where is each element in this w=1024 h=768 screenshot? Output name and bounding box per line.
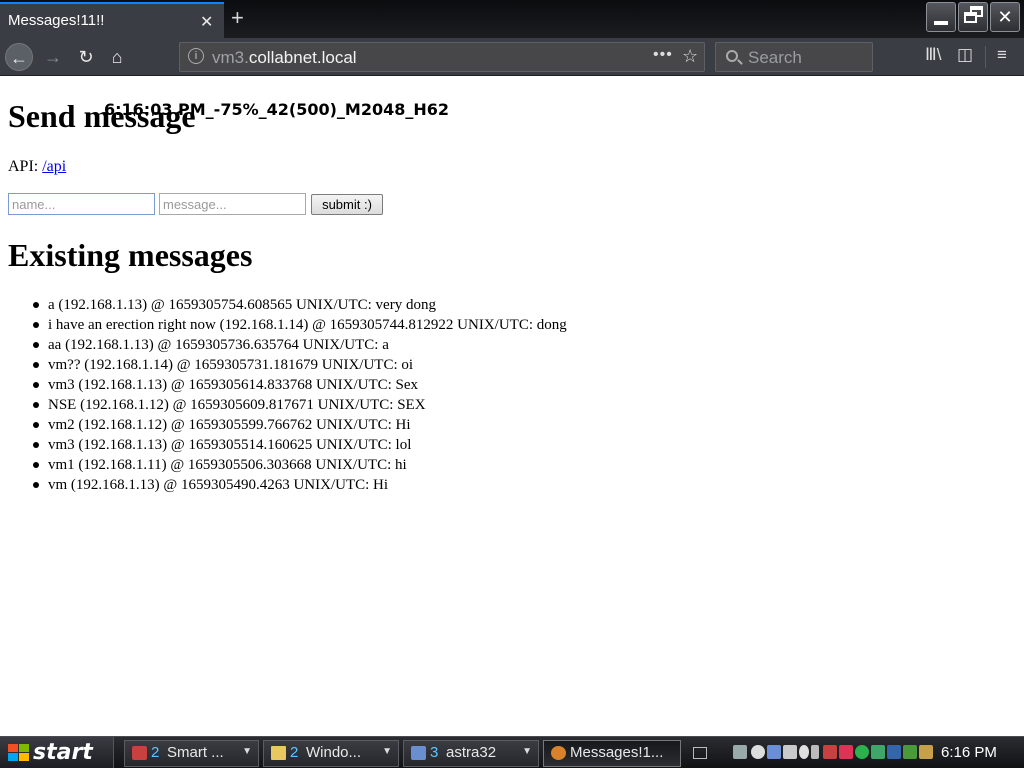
- start-button[interactable]: start: [0, 737, 114, 768]
- windows-logo-icon: [8, 744, 30, 762]
- site-info-icon[interactable]: i: [188, 48, 204, 64]
- browser-title-bar: Messages!11!! ✕ + ✕: [0, 0, 1024, 38]
- reload-button[interactable]: ↻: [72, 43, 100, 71]
- tray-update-icon[interactable]: [871, 745, 885, 759]
- url-text[interactable]: vm3.collabnet.local: [212, 48, 357, 68]
- sidebar-icon[interactable]: ◫: [957, 45, 973, 65]
- minimize-button[interactable]: [926, 2, 956, 32]
- group-label: Windo...: [306, 744, 362, 761]
- message-item: aa (192.168.1.13) @ 1659305736.635764 UN…: [33, 335, 567, 355]
- message-item: vm (192.168.1.13) @ 1659305490.4263 UNIX…: [33, 475, 567, 495]
- navigation-toolbar: ← → ↻ ⌂ i vm3.collabnet.local ••• ☆ Sear…: [0, 38, 1024, 76]
- tray-settings-icon[interactable]: [783, 745, 797, 759]
- api-line: API: /api: [8, 158, 66, 176]
- minimize-icon: [934, 21, 948, 25]
- tray-antivirus-icon[interactable]: [839, 745, 853, 759]
- start-label: start: [33, 740, 93, 765]
- group-label: astra32: [446, 744, 497, 761]
- tab-title: Messages!11!!: [8, 12, 105, 29]
- message-item: a (192.168.1.13) @ 1659305754.608565 UNI…: [33, 295, 567, 315]
- group-count: 2: [151, 744, 160, 761]
- tray-clock-icon[interactable]: [751, 745, 765, 759]
- message-input[interactable]: [159, 193, 306, 215]
- tray-check-icon[interactable]: [855, 745, 869, 759]
- api-link[interactable]: /api: [42, 158, 66, 175]
- submit-button[interactable]: submit :): [311, 194, 383, 215]
- taskbar-window-messages[interactable]: Messages!1...: [543, 740, 681, 767]
- restore-button[interactable]: [958, 2, 988, 32]
- address-bar[interactable]: i vm3.collabnet.local ••• ☆: [179, 42, 705, 72]
- messages-list: a (192.168.1.13) @ 1659305754.608565 UNI…: [33, 295, 567, 495]
- close-window-button[interactable]: ✕: [990, 2, 1020, 32]
- taskbar: start 2 Smart ... ▼ 2 Windo... ▼ 3 astra…: [0, 736, 1024, 768]
- forward-button[interactable]: →: [39, 43, 67, 71]
- api-label: API:: [8, 158, 43, 175]
- page-content: Send message 6:16:03 PM_-75%_42(500)_M20…: [0, 77, 1024, 736]
- tray-volume-icon[interactable]: [919, 745, 933, 759]
- window-label: Messages!1...: [570, 744, 664, 761]
- shield-icon: [132, 746, 147, 760]
- toolbar-separator: [985, 46, 986, 68]
- group-label: Smart ...: [167, 744, 224, 761]
- library-icon[interactable]: Ⅲ\: [925, 45, 941, 65]
- tray-shield-icon[interactable]: [823, 745, 837, 759]
- tab-close-icon[interactable]: ✕: [200, 12, 213, 32]
- name-input[interactable]: [8, 193, 155, 215]
- taskbar-clock[interactable]: 6:16 PM: [941, 744, 997, 761]
- chevron-down-icon: ▼: [382, 746, 392, 757]
- message-item: vm3 (192.168.1.13) @ 1659305614.833768 U…: [33, 375, 567, 395]
- tray-arrows-icon[interactable]: [903, 745, 917, 759]
- computer-icon: [411, 746, 426, 760]
- existing-messages-heading: Existing messages: [8, 237, 253, 273]
- taskbar-group-windows[interactable]: 2 Windo... ▼: [263, 740, 399, 767]
- firefox-icon: [551, 746, 566, 760]
- back-button[interactable]: ←: [5, 43, 33, 71]
- hamburger-menu-icon[interactable]: ≡: [997, 45, 1007, 65]
- folder-icon: [271, 746, 286, 760]
- tray-network-icon[interactable]: [767, 745, 781, 759]
- tray-app-icon[interactable]: [733, 745, 747, 759]
- message-item: i have an erection right now (192.168.1.…: [33, 317, 567, 333]
- message-item: vm1 (192.168.1.11) @ 1659305506.303668 U…: [33, 455, 567, 475]
- taskbar-group-smart[interactable]: 2 Smart ... ▼: [124, 740, 259, 767]
- message-item: NSE (192.168.1.12) @ 1659305609.817671 U…: [33, 395, 567, 415]
- home-button[interactable]: ⌂: [103, 43, 131, 71]
- message-item: vm?? (192.168.1.14) @ 1659305731.181679 …: [33, 355, 567, 375]
- search-input[interactable]: Search: [715, 42, 873, 72]
- search-placeholder: Search: [748, 48, 802, 67]
- keyboard-icon[interactable]: [693, 747, 707, 759]
- group-count: 3: [430, 744, 439, 761]
- close-icon: ✕: [997, 7, 1013, 27]
- message-item: vm2 (192.168.1.12) @ 1659305599.766762 U…: [33, 415, 567, 435]
- tray-globe-icon[interactable]: [887, 745, 901, 759]
- bookmark-star-icon[interactable]: ☆: [682, 46, 698, 67]
- tab-messages[interactable]: Messages!11!! ✕: [0, 2, 224, 38]
- search-icon: [726, 50, 738, 62]
- url-domain: collabnet.local: [248, 48, 357, 67]
- taskbar-group-astra32[interactable]: 3 astra32 ▼: [403, 740, 539, 767]
- stats-overlay: 6:16:03 PM_-75%_42(500)_M2048_H62: [104, 100, 450, 119]
- page-actions-icon[interactable]: •••: [653, 46, 673, 64]
- url-subdomain: vm3.: [212, 48, 249, 67]
- tray-status-icon[interactable]: [799, 745, 809, 759]
- chevron-down-icon: ▼: [242, 746, 252, 757]
- message-item: vm3 (192.168.1.13) @ 1659305514.160625 U…: [33, 435, 567, 455]
- tray-link-icon[interactable]: [811, 745, 819, 759]
- chevron-down-icon: ▼: [522, 746, 532, 757]
- system-tray: 6:16 PM: [727, 740, 1024, 767]
- new-tab-button[interactable]: +: [231, 5, 244, 31]
- group-count: 2: [290, 744, 299, 761]
